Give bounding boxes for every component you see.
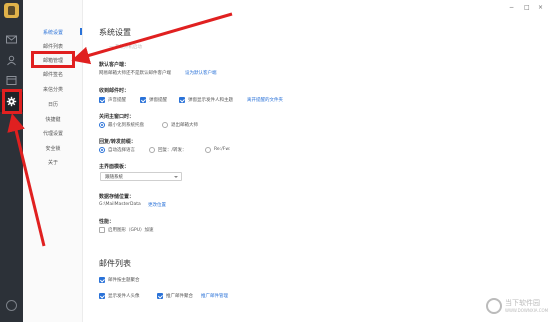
mail-list-title: 邮件列表 <box>99 259 131 268</box>
settings-nav: 系统设置 邮件列表 邮箱管理 邮件签名 来信分类 日历 快捷键 代理设置 安全锁… <box>23 0 83 322</box>
sound-alert-checkbox[interactable] <box>99 97 105 103</box>
more-icon[interactable] <box>6 300 17 311</box>
theme-select-value: 跟随系统 <box>105 175 123 180</box>
minimize-tray-radio[interactable] <box>99 122 105 128</box>
set-default-link[interactable]: 设为默认客户端 <box>185 70 217 76</box>
receive-label: 收到邮件时： <box>99 88 130 94</box>
exit-app-label: 退出邮箱大师 <box>171 123 198 128</box>
promo-manage-link[interactable]: 推广邮件管理 <box>201 293 228 299</box>
english-prefix-label: Re:/Fw: <box>214 147 231 152</box>
auto-language-label: 自动选择语言 <box>108 148 135 153</box>
nav-item-categories[interactable]: 来信分类 <box>23 86 83 93</box>
nav-selected-indicator <box>80 28 82 35</box>
sound-alert-label: 声音提醒 <box>108 98 126 103</box>
minimize-button[interactable]: − <box>509 4 514 11</box>
app-icon-rail <box>0 0 23 322</box>
close-window-label: 关闭主窗口时： <box>99 114 135 120</box>
chevron-down-icon <box>174 176 178 178</box>
storage-label: 数据存储位置： <box>99 194 135 200</box>
nav-item-system[interactable]: 系统设置 <box>23 29 83 36</box>
watermark: 当下软件园 WWW.DOWNXIA.COM <box>486 298 549 318</box>
nav-item-proxy[interactable]: 代理设置 <box>23 130 83 137</box>
popup-alert-label: 弹窗提醒 <box>149 98 167 103</box>
nav-item-mail-list[interactable]: 邮件列表 <box>23 43 83 50</box>
show-avatar-checkbox[interactable] <box>99 293 105 299</box>
reply-prefix-label: 回复/转发前缀： <box>99 139 136 145</box>
watermark-url: WWW.DOWNXIA.COM <box>505 308 549 313</box>
group-by-subject-label: 邮件按主题聚合 <box>108 278 140 283</box>
popup-sender-checkbox[interactable] <box>179 97 185 103</box>
gpu-acceleration-label: 启用图形（GPU）加速 <box>108 228 154 233</box>
mail-icon[interactable] <box>5 34 18 45</box>
group-by-subject-checkbox[interactable] <box>99 277 105 283</box>
nav-item-calendar[interactable]: 日历 <box>23 101 83 108</box>
default-client-label: 默认客户端： <box>99 62 130 68</box>
app-logo <box>4 3 19 18</box>
english-prefix-radio[interactable] <box>205 147 211 153</box>
maximize-button[interactable]: □ <box>524 4 530 11</box>
default-client-text: 网易邮箱大师还不是默认邮件客户端 <box>99 71 171 76</box>
watermark-logo <box>486 298 502 314</box>
watermark-title: 当下软件园 <box>505 299 540 307</box>
nav-item-about[interactable]: 关于 <box>23 159 83 166</box>
close-button[interactable]: × <box>538 4 543 11</box>
show-avatar-label: 显示发件人头像 <box>108 294 140 299</box>
theme-select[interactable]: 跟随系统 <box>100 172 182 181</box>
contacts-icon[interactable] <box>5 55 18 66</box>
folder-alert-link[interactable]: 离开提醒的文件夹 <box>247 97 283 103</box>
gpu-acceleration-checkbox[interactable] <box>99 227 105 233</box>
highlight-box-settings <box>2 89 22 114</box>
promo-group-label: 推广邮件聚合 <box>166 294 193 299</box>
popup-alert-checkbox[interactable] <box>140 97 146 103</box>
performance-label: 性能： <box>99 219 115 225</box>
chinese-prefix-radio[interactable] <box>149 147 155 153</box>
calendar-icon[interactable] <box>5 75 18 86</box>
page-title: 系统设置 <box>99 28 131 37</box>
exit-app-radio[interactable] <box>162 122 168 128</box>
highlight-box-mailbox-manage <box>31 51 75 68</box>
theme-label: 主界面模板： <box>99 164 130 170</box>
auto-language-radio[interactable] <box>99 147 105 153</box>
promo-group-checkbox[interactable] <box>157 293 163 299</box>
nav-item-signature[interactable]: 邮件签名 <box>23 71 83 78</box>
faint-row: 一 系统开机启动 <box>109 45 142 50</box>
change-location-link[interactable]: 更改位置 <box>148 202 166 208</box>
nav-item-security-lock[interactable]: 安全锁 <box>23 145 83 152</box>
storage-path: G:\MailMasterData <box>99 202 141 207</box>
popup-sender-label: 弹窗显示发件人和主题 <box>188 98 233 103</box>
nav-item-shortcuts[interactable]: 快捷键 <box>23 116 83 123</box>
minimize-tray-label: 最小化到系统托盘 <box>108 123 144 128</box>
chinese-prefix-label: 回复：/转发： <box>158 148 187 153</box>
